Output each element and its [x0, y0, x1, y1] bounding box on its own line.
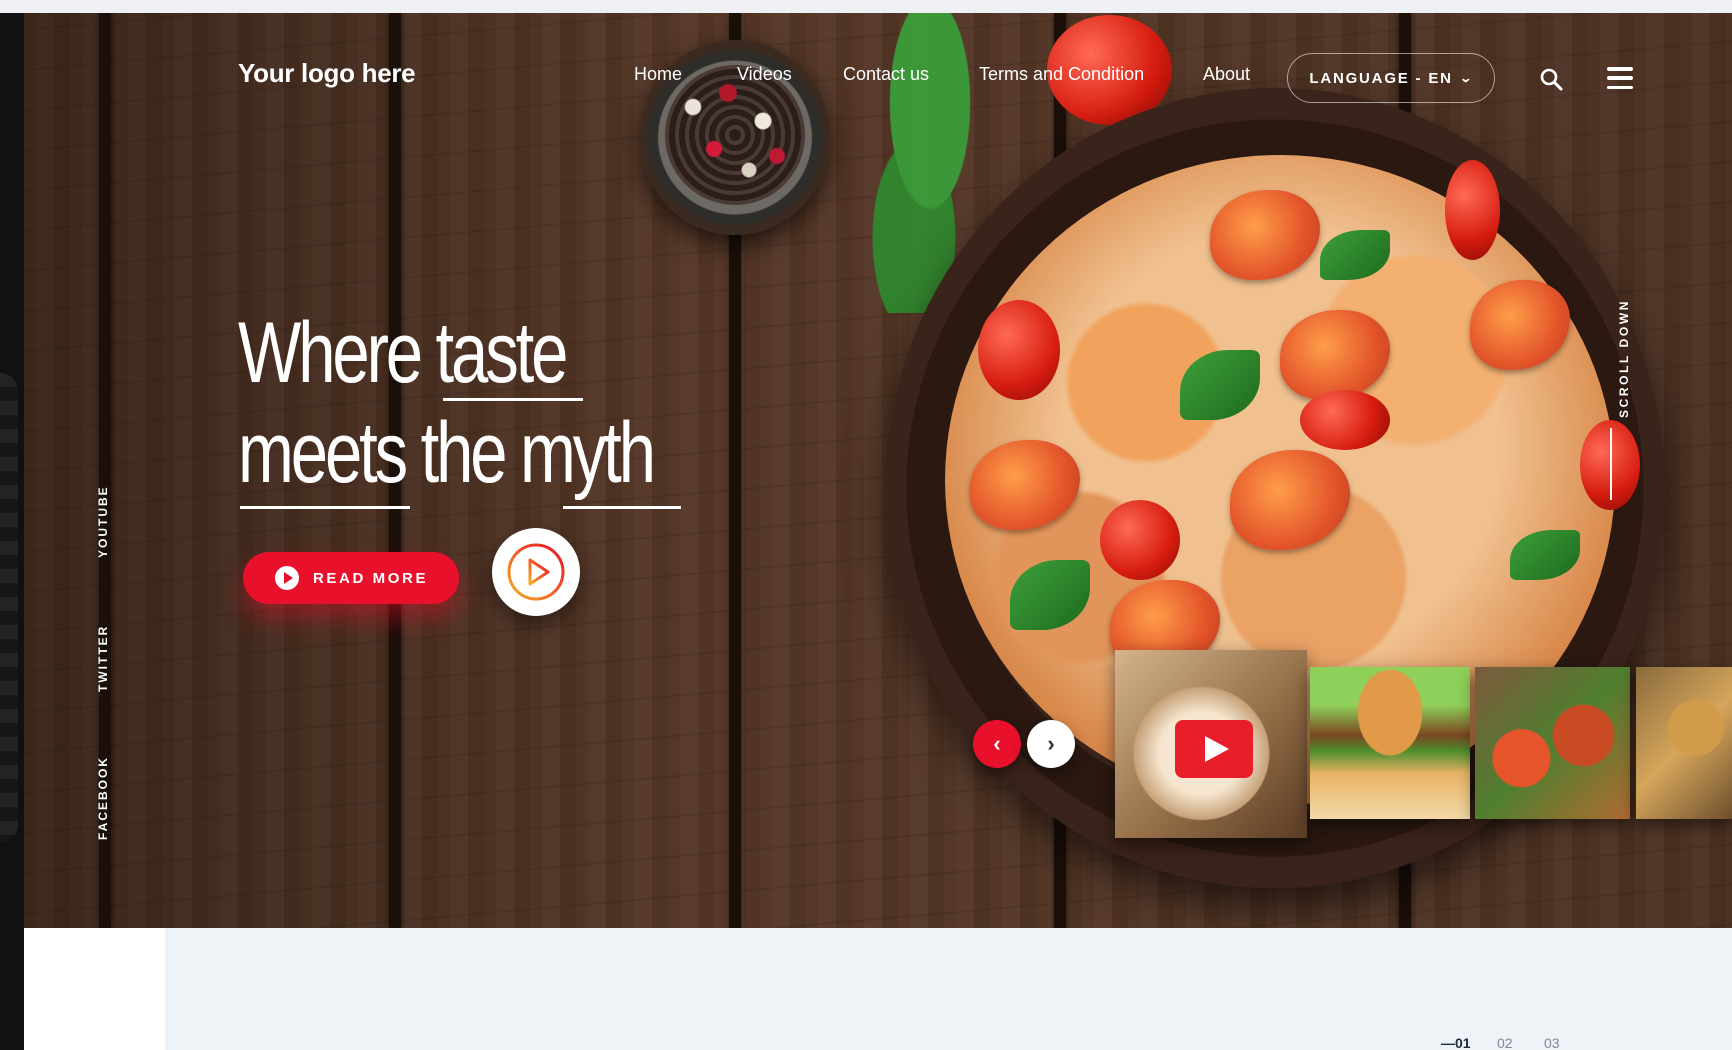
- search-icon[interactable]: [1539, 67, 1563, 91]
- language-label: LANGUAGE - EN: [1309, 69, 1453, 87]
- social-link-facebook[interactable]: FACEBOOK: [96, 756, 110, 840]
- nav-videos[interactable]: Videos: [737, 64, 792, 85]
- left-edge-panel: [0, 13, 24, 1050]
- read-more-button[interactable]: READ MORE: [243, 552, 459, 604]
- chevron-down-icon: ⌄: [1458, 71, 1475, 85]
- headline-underline: [563, 506, 681, 509]
- youtube-play-icon: [1175, 720, 1253, 778]
- nav-about[interactable]: About: [1203, 64, 1250, 85]
- play-circle-icon: [275, 566, 299, 590]
- carousel-prev-button[interactable]: ‹: [973, 720, 1021, 768]
- peppercorns-image: [665, 65, 805, 205]
- hero-headline-line-1: Where taste: [238, 305, 568, 401]
- pagination-item-02[interactable]: 02: [1497, 1035, 1513, 1050]
- language-selector[interactable]: LANGUAGE - EN ⌄: [1287, 53, 1495, 103]
- hamburger-menu-icon[interactable]: [1607, 67, 1633, 89]
- hero-headline-line-2: meets the myth: [238, 405, 656, 501]
- play-icon: [507, 543, 565, 601]
- tomato-image: [1300, 390, 1390, 450]
- nav-terms-and-condition[interactable]: Terms and Condition: [979, 64, 1144, 85]
- thumbnail-burger[interactable]: [1310, 667, 1470, 819]
- page: Your logo here Home Videos Contact us Te…: [0, 0, 1732, 1050]
- top-strip: [0, 0, 1732, 13]
- tomato-image: [1445, 160, 1500, 260]
- scroll-indicator-line: [1610, 428, 1612, 500]
- tomato-image: [1100, 500, 1180, 580]
- social-link-youtube[interactable]: YOUTUBE: [96, 485, 110, 558]
- scroll-down-label[interactable]: SCROLL DOWN: [1617, 299, 1631, 418]
- nav-contact-us[interactable]: Contact us: [843, 64, 929, 85]
- pagination-item-01[interactable]: —01: [1441, 1035, 1471, 1050]
- left-edge-decoration: [0, 373, 18, 843]
- read-more-label: READ MORE: [313, 569, 429, 587]
- carousel-next-button[interactable]: ›: [1027, 720, 1075, 768]
- thumbnail-platter[interactable]: [1636, 667, 1732, 819]
- thumbnail-burrito-video[interactable]: [1115, 650, 1307, 838]
- content-panel: [165, 928, 1732, 1050]
- pagination-item-03[interactable]: 03: [1544, 1035, 1560, 1050]
- headline-underline: [443, 398, 583, 401]
- tomato-image: [978, 300, 1060, 400]
- nav-home[interactable]: Home: [634, 64, 682, 85]
- headline-underline: [240, 506, 410, 509]
- social-link-twitter[interactable]: TWITTER: [96, 625, 110, 692]
- site-logo[interactable]: Your logo here: [238, 58, 416, 89]
- thumbnail-salad-bowl[interactable]: [1475, 667, 1630, 819]
- play-video-button[interactable]: [492, 528, 580, 616]
